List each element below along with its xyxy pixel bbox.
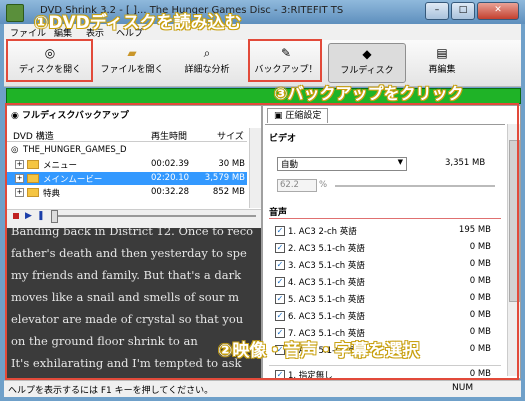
status-help-text: ヘルプを表示するには F1 キーを押してください。 <box>8 386 214 396</box>
full-disc-icon: ◆ <box>362 47 372 61</box>
status-num: NUM <box>452 383 474 393</box>
folder-open-icon: ▰ <box>127 46 137 60</box>
full-disc-label: フルディスク <box>340 66 394 76</box>
reauthor-label: 再編集 <box>428 65 456 75</box>
window-controls: – □ ✕ <box>423 2 519 20</box>
magnify-icon: ⌕ <box>203 46 211 60</box>
callout-select-tracks: ②映像・音声・字幕を選択 <box>218 341 420 361</box>
maximize-button[interactable]: □ <box>451 2 475 20</box>
detailed-analysis-button[interactable]: ⌕ 詳細な分析 <box>174 43 240 81</box>
app-icon <box>6 4 24 22</box>
detailed-analysis-label: 詳細な分析 <box>184 65 230 75</box>
highlight-backup <box>248 39 322 82</box>
minimize-button[interactable]: – <box>425 2 449 20</box>
highlight-open-disc <box>6 39 93 82</box>
callout-click-backup: ③バックアップをクリック <box>274 84 464 103</box>
reauthor-button[interactable]: ▤ 再編集 <box>414 43 470 81</box>
open-file-label: ファイルを開く <box>100 65 164 75</box>
close-button[interactable]: ✕ <box>477 2 519 20</box>
status-bar: ヘルプを表示するには F1 キーを押してください。 NUM <box>4 380 521 397</box>
full-disc-button[interactable]: ◆ フルディスク <box>328 43 406 83</box>
reauthor-icon: ▤ <box>436 46 448 60</box>
callout-load-disc: ①DVDディスクを読み込む <box>34 13 242 33</box>
open-file-button[interactable]: ▰ ファイルを開く <box>96 43 168 81</box>
